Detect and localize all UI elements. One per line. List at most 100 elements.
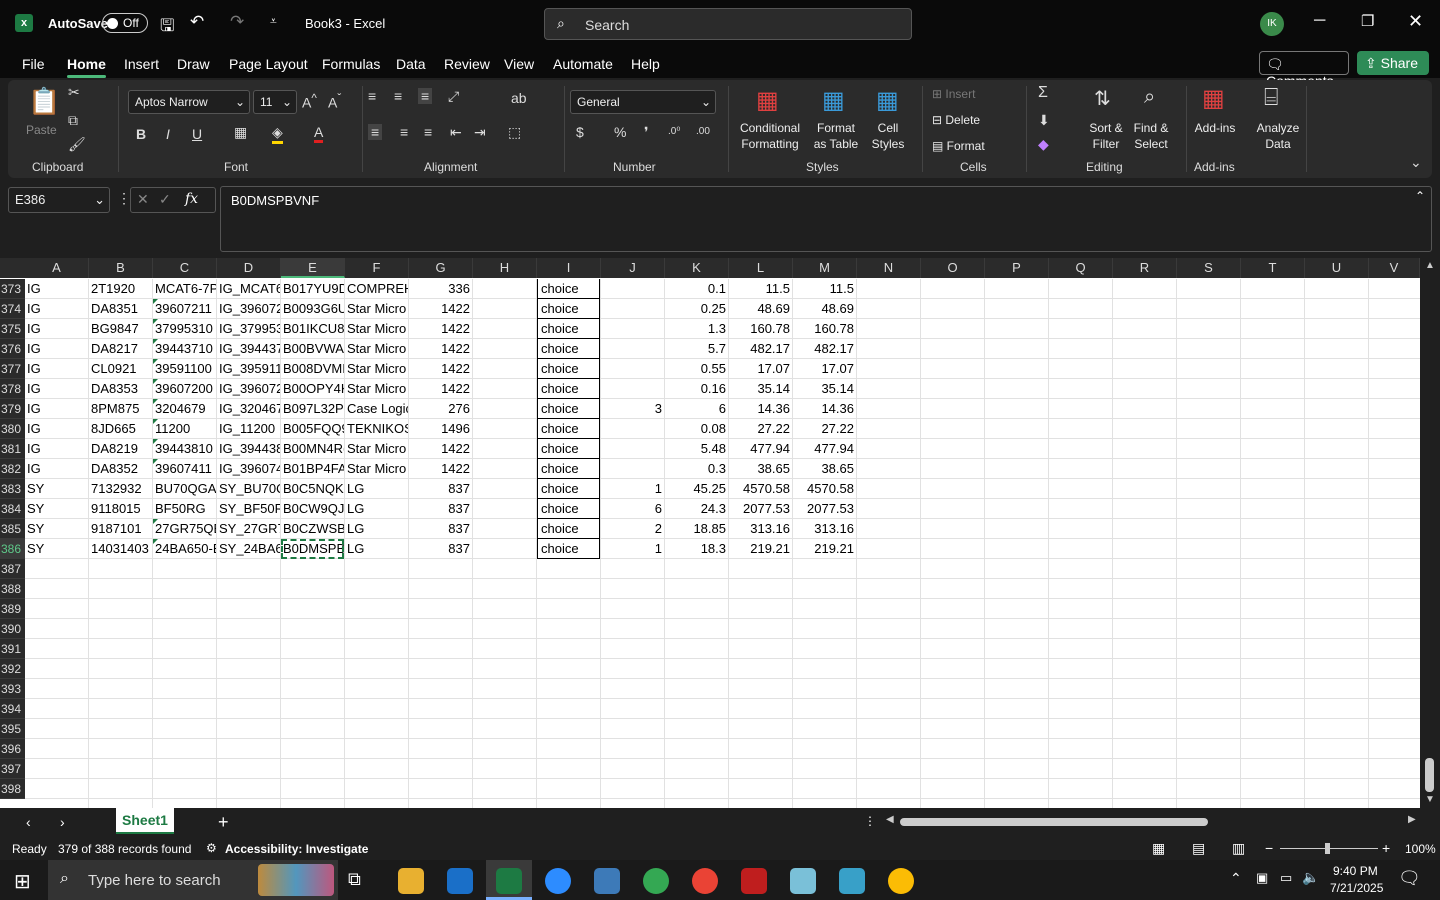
cell-m376[interactable]: 482.17 bbox=[793, 339, 856, 359]
cell-d386[interactable]: SY_24BA65 bbox=[217, 539, 280, 559]
file-explorer-icon[interactable] bbox=[398, 868, 424, 894]
row-header[interactable]: 375 bbox=[0, 319, 25, 339]
cell-b385[interactable]: 9187101 bbox=[89, 519, 152, 539]
zoom-level[interactable]: 100% bbox=[1405, 842, 1436, 856]
cell-j379[interactable]: 3 bbox=[601, 399, 664, 419]
sheet-options-icon[interactable]: ⋮ bbox=[864, 814, 876, 828]
cell-d378[interactable]: IG_396072 bbox=[217, 379, 280, 399]
cell-k373[interactable]: 0.1 bbox=[665, 279, 728, 299]
tab-page-layout[interactable]: Page Layout bbox=[229, 56, 308, 72]
tab-automate[interactable]: Automate bbox=[553, 56, 613, 72]
column-header-s[interactable]: S bbox=[1177, 258, 1241, 278]
cell-g381[interactable]: 1422 bbox=[409, 439, 472, 459]
format-as-table-button[interactable]: Format as Table bbox=[810, 120, 862, 152]
cell-g386[interactable]: 837 bbox=[409, 539, 472, 559]
clock-time[interactable]: 9:40 PM bbox=[1333, 864, 1378, 878]
conditional-formatting-icon[interactable]: ▦ bbox=[756, 86, 779, 115]
cell-i378[interactable]: choice bbox=[537, 379, 600, 399]
cell-e384[interactable]: B0CW9QJ6 bbox=[281, 499, 344, 519]
cell-i373[interactable]: choice bbox=[537, 279, 600, 299]
clear-icon[interactable]: ◆ bbox=[1038, 136, 1049, 153]
chrome-user-icon[interactable] bbox=[888, 868, 914, 894]
formula-input[interactable]: B0DMSPBVNF ⌃ bbox=[220, 186, 1432, 252]
filezilla-icon[interactable] bbox=[741, 868, 767, 894]
cell-c373[interactable]: MCAT6-7P bbox=[153, 279, 216, 299]
cell-i379[interactable]: choice bbox=[537, 399, 600, 419]
column-header-a[interactable]: A bbox=[25, 258, 89, 278]
cell-i385[interactable]: choice bbox=[537, 519, 600, 539]
row-header[interactable]: 389 bbox=[0, 599, 25, 619]
tab-formulas[interactable]: Formulas bbox=[322, 56, 380, 72]
font-size-select[interactable]: 11 ⌄ bbox=[253, 90, 297, 114]
row-header[interactable]: 398 bbox=[0, 779, 25, 799]
cell-b381[interactable]: DA8219 bbox=[89, 439, 152, 459]
cell-d384[interactable]: SY_BF50R( bbox=[217, 499, 280, 519]
wrap-text-icon[interactable]: ab bbox=[511, 90, 527, 106]
column-header-v[interactable]: V bbox=[1369, 258, 1420, 278]
cell-l374[interactable]: 48.69 bbox=[729, 299, 792, 319]
expand-formula-icon[interactable]: ⌃ bbox=[1415, 189, 1425, 203]
cell-l385[interactable]: 313.16 bbox=[729, 519, 792, 539]
cell-f382[interactable]: Star Micro bbox=[345, 459, 408, 479]
cell-g385[interactable]: 837 bbox=[409, 519, 472, 539]
outlook-icon[interactable] bbox=[447, 868, 473, 894]
active-cell-e386[interactable]: B0DMSPB\ bbox=[281, 539, 344, 559]
cell-a378[interactable]: IG bbox=[25, 379, 88, 399]
cell-l378[interactable]: 35.14 bbox=[729, 379, 792, 399]
cell-f383[interactable]: LG bbox=[345, 479, 408, 499]
cell-e373[interactable]: B017YU9D bbox=[281, 279, 344, 299]
cell-b384[interactable]: 9118015 bbox=[89, 499, 152, 519]
cell-i383[interactable]: choice bbox=[537, 479, 600, 499]
cell-l379[interactable]: 14.36 bbox=[729, 399, 792, 419]
cell-b383[interactable]: 7132932 bbox=[89, 479, 152, 499]
cell-k384[interactable]: 24.3 bbox=[665, 499, 728, 519]
autosum-icon[interactable]: Σ bbox=[1038, 84, 1048, 102]
column-header-c[interactable]: C bbox=[153, 258, 217, 278]
cell-k385[interactable]: 18.85 bbox=[665, 519, 728, 539]
row-header[interactable]: 382 bbox=[0, 459, 25, 479]
chrome-profile-icon[interactable] bbox=[692, 868, 718, 894]
column-header-k[interactable]: K bbox=[665, 258, 729, 278]
align-right-icon[interactable]: ≡ bbox=[424, 124, 432, 140]
cell-j381[interactable] bbox=[601, 439, 664, 459]
cell-m380[interactable]: 27.22 bbox=[793, 419, 856, 439]
cell-g376[interactable]: 1422 bbox=[409, 339, 472, 359]
bold-icon[interactable]: B bbox=[136, 126, 146, 142]
cell-l383[interactable]: 4570.58 bbox=[729, 479, 792, 499]
currency-icon[interactable]: $ bbox=[576, 124, 584, 140]
cell-f384[interactable]: LG bbox=[345, 499, 408, 519]
restore-icon[interactable]: ❐ bbox=[1361, 12, 1374, 30]
row-header[interactable]: 386 bbox=[0, 539, 25, 559]
tab-data[interactable]: Data bbox=[396, 56, 426, 72]
sort-filter-button[interactable]: Sort & Filter bbox=[1084, 120, 1128, 152]
cell-c386[interactable]: 24BA650-E bbox=[153, 539, 216, 559]
cell-i375[interactable]: choice bbox=[537, 319, 600, 339]
cell-c378[interactable]: 39607200 bbox=[153, 379, 216, 399]
row-header[interactable]: 377 bbox=[0, 359, 25, 379]
cell-a375[interactable]: IG bbox=[25, 319, 88, 339]
column-header-h[interactable]: H bbox=[473, 258, 537, 278]
font-color-icon[interactable]: A bbox=[314, 124, 324, 143]
row-header[interactable]: 383 bbox=[0, 479, 25, 499]
tab-view[interactable]: View bbox=[504, 56, 534, 72]
row-header[interactable]: 391 bbox=[0, 639, 25, 659]
cell-e381[interactable]: B00MN4R( bbox=[281, 439, 344, 459]
cell-m382[interactable]: 38.65 bbox=[793, 459, 856, 479]
cell-g382[interactable]: 1422 bbox=[409, 459, 472, 479]
row-header[interactable]: 380 bbox=[0, 419, 25, 439]
row-header[interactable]: 393 bbox=[0, 679, 25, 699]
cell-d374[interactable]: IG_396072 bbox=[217, 299, 280, 319]
number-format-select[interactable]: General ⌄ bbox=[570, 90, 716, 114]
minimize-icon[interactable]: ─ bbox=[1314, 12, 1325, 30]
fill-icon[interactable]: ⬇ bbox=[1038, 112, 1050, 129]
paste-icon[interactable]: 📋 bbox=[28, 86, 60, 117]
cell-d381[interactable]: IG_394438 bbox=[217, 439, 280, 459]
column-header-u[interactable]: U bbox=[1305, 258, 1369, 278]
cell-e378[interactable]: B00OPY4K bbox=[281, 379, 344, 399]
row-header[interactable]: 384 bbox=[0, 499, 25, 519]
cell-m381[interactable]: 477.94 bbox=[793, 439, 856, 459]
align-bottom-icon[interactable]: ≡ bbox=[418, 88, 433, 104]
cell-j382[interactable] bbox=[601, 459, 664, 479]
zoom-in-icon[interactable]: + bbox=[1382, 840, 1390, 856]
row-header[interactable]: 381 bbox=[0, 439, 25, 459]
